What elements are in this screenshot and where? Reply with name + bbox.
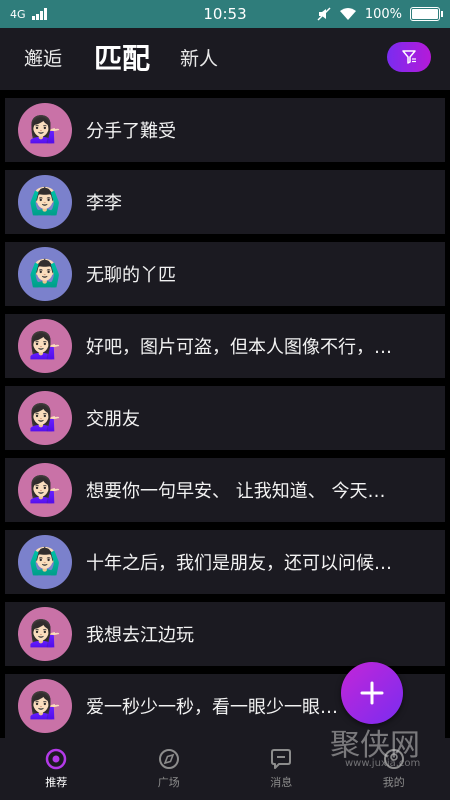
avatar[interactable]: 💁🏻‍♀️	[18, 679, 72, 733]
avatar[interactable]: 💁🏻‍♀️	[18, 607, 72, 661]
avatar[interactable]: 🙆🏻‍♂️	[18, 175, 72, 229]
tab-newcomers[interactable]: 新人	[180, 28, 218, 90]
avatar[interactable]: 🙆🏻‍♂️	[18, 535, 72, 589]
list-item[interactable]: 🙆🏻‍♂️ 李李	[5, 170, 445, 234]
eye-icon	[46, 748, 67, 770]
battery-percent: 100%	[364, 6, 402, 22]
tab-encounter[interactable]: 邂逅	[24, 28, 62, 90]
plus-icon	[360, 681, 384, 705]
bottom-nav-messages[interactable]: 消息	[241, 748, 321, 790]
status-time: 10:53	[203, 5, 247, 23]
list-item[interactable]: 🙆🏻‍♂️ 无聊的丫匹	[5, 242, 445, 306]
top-nav: 邂逅 匹配 新人	[0, 28, 450, 90]
status-left: 4G	[10, 8, 47, 21]
list-item-text: 我想去江边玩	[86, 625, 194, 646]
list-item[interactable]: 💁🏻‍♀️ 我想去江边玩	[5, 602, 445, 666]
bottom-nav-label: 广场	[157, 776, 180, 789]
list-item-text: 想要你一句早安、 让我知道、 今天…	[86, 481, 386, 502]
bottom-nav-recommend[interactable]: 推荐	[16, 748, 96, 790]
bottom-nav-square[interactable]: 广场	[129, 748, 209, 790]
avatar[interactable]: 💁🏻‍♀️	[18, 463, 72, 517]
list-item[interactable]: 💁🏻‍♀️ 分手了難受	[5, 98, 445, 162]
status-bar: 4G 10:53 100%	[0, 0, 450, 28]
list-item-text: 李李	[86, 193, 122, 214]
network-type: 4G	[10, 7, 26, 21]
compass-icon	[158, 749, 179, 769]
wifi-icon	[339, 8, 356, 20]
list-item[interactable]: 💁🏻‍♀️ 交朋友	[5, 386, 445, 450]
list-item-text: 分手了難受	[86, 121, 176, 142]
match-list: 💁🏻‍♀️ 分手了難受 🙆🏻‍♂️ 李李 🙆🏻‍♂️ 无聊的丫匹 💁🏻‍♀️ 好吧，图片可盗，…	[0, 98, 450, 738]
status-right: 100%	[317, 6, 443, 22]
battery-fill	[412, 9, 438, 19]
tab-match[interactable]: 匹配	[94, 28, 150, 90]
list-item-text: 无聊的丫匹	[86, 265, 176, 286]
bottom-nav-label: 推荐	[45, 776, 68, 789]
watermark-url: www.juxia.com	[345, 758, 421, 769]
avatar[interactable]: 💁🏻‍♀️	[18, 391, 72, 445]
battery-icon	[410, 7, 443, 21]
bottom-nav-label: 我的	[382, 776, 405, 789]
filter-button[interactable]	[387, 42, 431, 72]
list-item[interactable]: 🙆🏻‍♂️ 十年之后，我们是朋友，还可以问候…	[5, 530, 445, 594]
chat-icon	[271, 749, 292, 769]
list-item[interactable]: 💁🏻‍♀️ 想要你一句早安、 让我知道、 今天…	[5, 458, 445, 522]
avatar[interactable]: 💁🏻‍♀️	[18, 103, 72, 157]
list-item[interactable]: 💁🏻‍♀️ 好吧，图片可盗，但本人图像不行，…	[5, 314, 445, 378]
avatar[interactable]: 💁🏻‍♀️	[18, 319, 72, 373]
avatar[interactable]: 🙆🏻‍♂️	[18, 247, 72, 301]
list-item-text: 交朋友	[86, 409, 140, 430]
list-item-text: 好吧，图片可盗，但本人图像不行，…	[86, 337, 392, 358]
signal-icon	[31, 8, 47, 20]
mute-icon	[317, 7, 331, 21]
list-item-text: 十年之后，我们是朋友，还可以问候…	[86, 553, 392, 574]
add-button[interactable]	[341, 662, 403, 724]
bottom-nav-label: 消息	[270, 776, 293, 789]
filter-icon	[402, 50, 416, 64]
